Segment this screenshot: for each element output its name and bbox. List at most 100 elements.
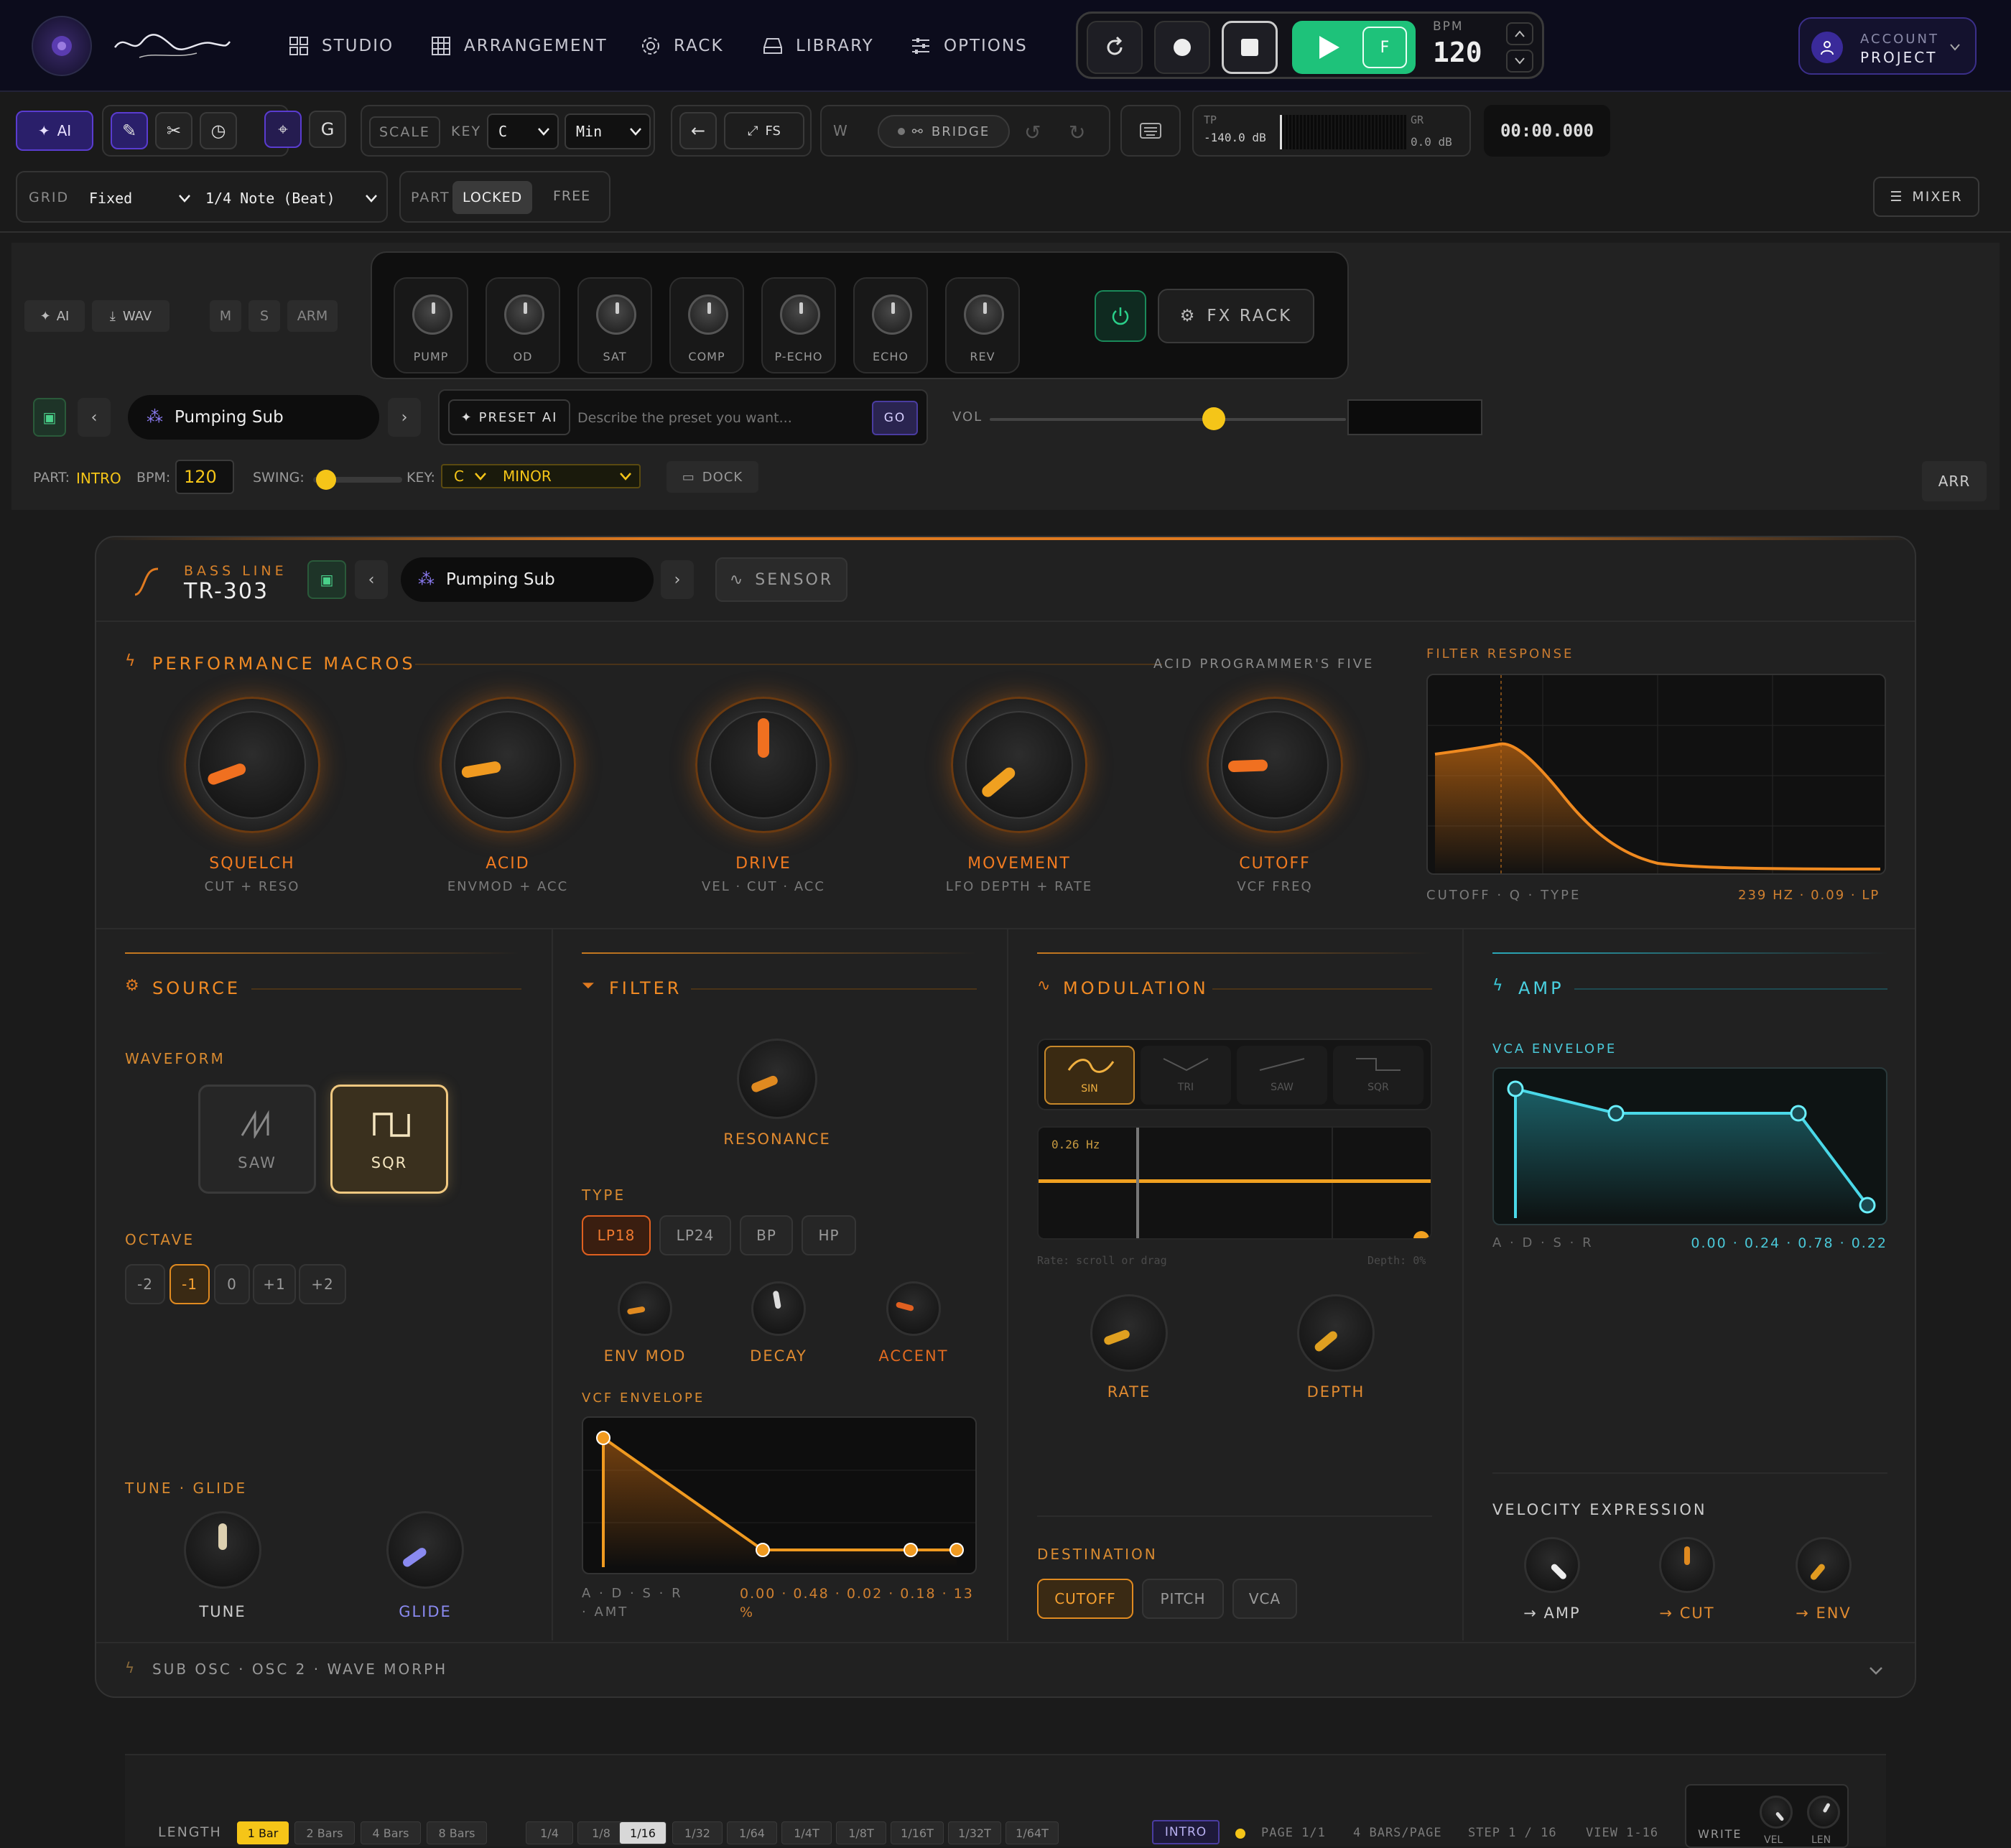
grid-mode-select[interactable]: Fixed — [89, 182, 197, 214]
envelope-point[interactable] — [596, 1431, 610, 1445]
keyboard-button[interactable] — [1120, 105, 1181, 157]
division-1-32[interactable]: 1/32 — [672, 1821, 723, 1844]
scissors-tool-button[interactable]: ✂ — [155, 112, 192, 149]
app-logo[interactable] — [32, 16, 92, 76]
lfo-display[interactable]: 0.26 Hz — [1037, 1126, 1432, 1240]
record-button[interactable] — [1154, 21, 1210, 74]
division-1-64[interactable]: 1/64 — [727, 1821, 777, 1844]
envelope-point[interactable] — [1607, 1105, 1625, 1122]
nav-studio[interactable]: STUDIO — [287, 29, 394, 63]
locked-button[interactable]: LOCKED — [452, 181, 533, 214]
resonance-knob[interactable] — [737, 1039, 817, 1119]
mixer-button[interactable]: ☰ MIXER — [1873, 177, 1979, 217]
vel-cut-knob[interactable] — [1659, 1537, 1715, 1593]
division-1-4t[interactable]: 1/4T — [781, 1821, 832, 1844]
stop-button[interactable] — [1222, 21, 1278, 74]
filter-type-bp[interactable]: BP — [740, 1215, 793, 1255]
bridge-button[interactable]: ⚯ BRIDGE — [878, 115, 1010, 148]
g-button[interactable]: G — [309, 111, 346, 148]
macro-cutoff-knob[interactable] — [1207, 697, 1343, 833]
save-preset-button[interactable]: ▣ — [33, 398, 66, 437]
knob[interactable] — [504, 294, 544, 335]
go-button[interactable]: GO — [872, 401, 918, 435]
envelope-point[interactable] — [756, 1543, 770, 1557]
envelope-point[interactable] — [1507, 1080, 1524, 1097]
w-button[interactable]: W — [833, 122, 847, 139]
knob[interactable] — [688, 294, 728, 335]
length-4-bars[interactable]: 4 Bars — [361, 1821, 421, 1844]
target-button[interactable]: ⌖ — [264, 111, 302, 148]
octave-0[interactable]: 0 — [214, 1264, 250, 1304]
envelope-point[interactable] — [904, 1543, 918, 1557]
footer-expander[interactable]: ϟ SUB OSC · OSC 2 · WAVE MORPH — [96, 1643, 1915, 1696]
free-button[interactable]: FREE — [553, 188, 590, 204]
length-8-bars[interactable]: 8 Bars — [427, 1821, 487, 1844]
destination-pitch[interactable]: PITCH — [1142, 1579, 1224, 1619]
track-ai-button[interactable]: ✦ AI — [24, 300, 85, 332]
knob[interactable] — [872, 294, 912, 335]
mute-button[interactable]: M — [210, 300, 241, 332]
division-1-4[interactable]: 1/4 — [526, 1821, 573, 1844]
fx-knob-comp[interactable]: COMP — [669, 277, 744, 373]
nav-library[interactable]: LIBRARY — [761, 29, 874, 63]
filter-type-lp18[interactable]: LP18 — [582, 1215, 651, 1255]
sensor-button[interactable]: ∿ SENSOR — [715, 557, 847, 602]
len-knob[interactable] — [1807, 1796, 1840, 1829]
envelope-point[interactable] — [949, 1543, 964, 1557]
volume-handle[interactable] — [1202, 407, 1226, 430]
macro-squelch-knob[interactable] — [184, 697, 320, 833]
part-badge[interactable]: INTRO — [1152, 1820, 1220, 1844]
lfo-depth-knob[interactable] — [1297, 1294, 1375, 1372]
follow-toggle[interactable]: F — [1362, 27, 1407, 68]
lfo-shape-saw[interactable]: SAW — [1237, 1046, 1327, 1105]
length-1-bar[interactable]: 1 Bar — [237, 1821, 289, 1844]
destination-cutoff[interactable]: CUTOFF — [1037, 1579, 1133, 1619]
account-button[interactable]: ACCOUNT PROJECT — [1798, 17, 1977, 75]
loop-button[interactable] — [1087, 21, 1143, 74]
decay-knob[interactable] — [751, 1281, 806, 1336]
vel-amp-knob[interactable] — [1524, 1537, 1580, 1593]
octave-minus-2[interactable]: -2 — [125, 1264, 165, 1304]
preset-ai-button[interactable]: ✦ PRESET AI — [448, 399, 570, 435]
clock-tool-button[interactable]: ◷ — [200, 112, 237, 149]
lfo-shape-sin[interactable]: SIN — [1044, 1046, 1135, 1105]
division-1-8t[interactable]: 1/8T — [836, 1821, 886, 1844]
next-preset-button[interactable]: › — [388, 398, 421, 437]
filter-type-hp[interactable]: HP — [802, 1215, 856, 1255]
arm-button[interactable]: ARM — [287, 300, 338, 332]
part-value[interactable]: INTRO — [76, 470, 121, 487]
macro-movement-knob[interactable] — [951, 697, 1087, 833]
vel-knob[interactable] — [1760, 1796, 1793, 1829]
synth-prev-button[interactable]: ‹ — [355, 560, 388, 599]
env-mod-knob[interactable] — [618, 1281, 672, 1336]
pencil-tool-button[interactable]: ✎ — [111, 112, 148, 149]
fx-knob-rev[interactable]: REV — [945, 277, 1020, 373]
solo-button[interactable]: S — [249, 300, 280, 332]
destination-vca[interactable]: VCA — [1232, 1579, 1297, 1619]
division-1-32t[interactable]: 1/32T — [948, 1821, 1001, 1844]
nav-arrangement[interactable]: ARRANGEMENT — [429, 29, 608, 63]
octave-plus-2[interactable]: +2 — [299, 1264, 346, 1304]
fullscreen-button[interactable]: ⤢ FS — [724, 112, 804, 149]
fx-rack-button[interactable]: ⚙ FX RACK — [1158, 289, 1314, 343]
fx-knob-pump[interactable]: PUMP — [394, 277, 468, 373]
waveform-sqr-button[interactable]: SQR — [330, 1085, 448, 1194]
division-1-16t[interactable]: 1/16T — [891, 1821, 944, 1844]
lfo-depth-handle[interactable] — [1413, 1231, 1429, 1238]
fx-knob-od[interactable]: OD — [486, 277, 560, 373]
volume-slider[interactable] — [990, 407, 1346, 430]
bpm-value[interactable]: 120 — [1433, 37, 1482, 68]
fx-knob-sat[interactable]: SAT — [577, 277, 652, 373]
swing-handle[interactable] — [316, 470, 336, 490]
prev-preset-button[interactable]: ‹ — [78, 398, 111, 437]
envelope-point[interactable] — [1790, 1105, 1807, 1122]
division-1-64t[interactable]: 1/64T — [1006, 1821, 1059, 1844]
scale-button[interactable]: SCALE — [369, 116, 440, 148]
bpm-input[interactable]: 120 — [175, 460, 234, 494]
vca-envelope-graph[interactable] — [1492, 1067, 1887, 1225]
glide-knob[interactable] — [386, 1511, 464, 1589]
undo-button[interactable]: ↺ — [1024, 121, 1041, 144]
track-key-select[interactable]: C MINOR — [441, 464, 641, 488]
redo-button[interactable]: ↻ — [1069, 121, 1085, 144]
tune-knob[interactable] — [184, 1511, 261, 1589]
